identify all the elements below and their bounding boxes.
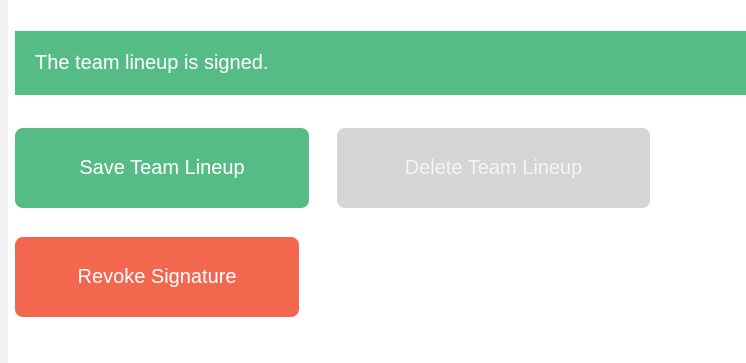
delete-team-lineup-button: Delete Team Lineup <box>337 128 650 208</box>
revoke-signature-button[interactable]: Revoke Signature <box>15 237 299 317</box>
lineup-panel: The team lineup is signed. Save Team Lin… <box>15 0 746 363</box>
save-team-lineup-button[interactable]: Save Team Lineup <box>15 128 309 208</box>
left-edge-divider <box>0 0 8 363</box>
status-alert: The team lineup is signed. <box>15 31 746 95</box>
page: The team lineup is signed. Save Team Lin… <box>0 0 746 363</box>
status-message: The team lineup is signed. <box>35 52 269 74</box>
